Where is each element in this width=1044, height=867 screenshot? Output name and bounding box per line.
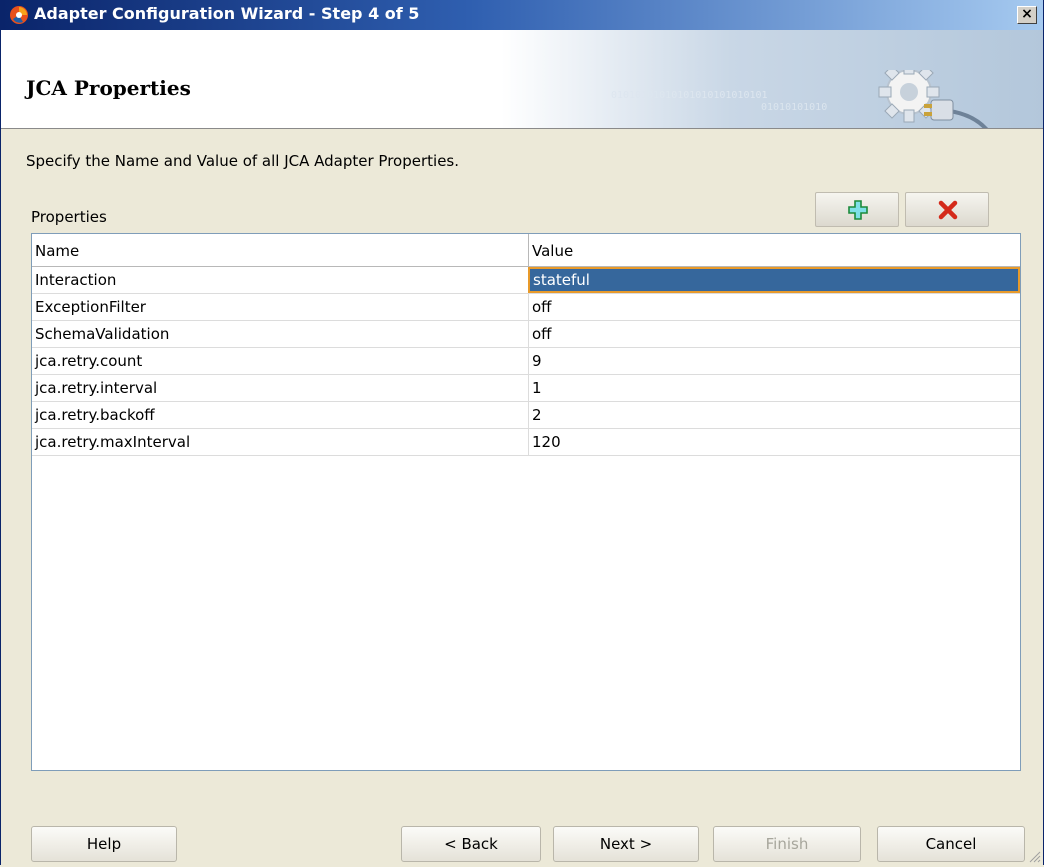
property-name-cell[interactable]: ExceptionFilter (32, 294, 528, 320)
property-value-cell[interactable]: 9 (528, 348, 1020, 374)
page-title: JCA Properties (26, 76, 191, 100)
properties-label: Properties (31, 208, 107, 226)
finish-button[interactable]: Finish (713, 826, 861, 862)
banner-binary-decoration-2: 01010101010 (761, 102, 828, 113)
column-header-value[interactable]: Value (528, 234, 1020, 266)
property-value-cell[interactable]: 1 (528, 375, 1020, 401)
column-header-name[interactable]: Name (32, 234, 528, 266)
add-property-button[interactable] (815, 192, 899, 227)
close-icon: × (1021, 6, 1033, 22)
property-name-cell[interactable]: jca.retry.count (32, 348, 528, 374)
property-value-cell[interactable]: off (528, 294, 1020, 320)
wizard-banner: JCA Properties 0101010101010101010101010… (1, 30, 1043, 129)
property-value-cell-selected[interactable]: stateful (528, 267, 1020, 293)
help-button[interactable]: Help (31, 826, 177, 862)
instruction-text: Specify the Name and Value of all JCA Ad… (26, 152, 460, 170)
property-name-cell[interactable]: Interaction (32, 267, 528, 293)
window-title: Adapter Configuration Wizard - Step 4 of… (34, 4, 420, 23)
property-name-cell[interactable]: SchemaValidation (32, 321, 528, 347)
table-row[interactable]: jca.retry.backoff 2 (32, 402, 1020, 429)
remove-property-button[interactable] (905, 192, 989, 227)
table-row[interactable]: Interaction stateful (32, 267, 1020, 294)
properties-table[interactable]: Name Value Interaction stateful Exceptio… (31, 233, 1021, 771)
title-bar[interactable]: Adapter Configuration Wizard - Step 4 of… (1, 0, 1043, 30)
oracle-app-icon (9, 5, 29, 25)
table-row[interactable]: jca.retry.interval 1 (32, 375, 1020, 402)
gear-plug-icon (869, 61, 1019, 128)
cancel-button[interactable]: Cancel (877, 826, 1025, 862)
table-row[interactable]: jca.retry.maxInterval 120 (32, 429, 1020, 456)
table-header: Name Value (32, 234, 1020, 267)
table-row[interactable]: ExceptionFilter off (32, 294, 1020, 321)
property-value-cell[interactable]: 2 (528, 402, 1020, 428)
property-value-cell[interactable]: 120 (528, 429, 1020, 455)
back-button[interactable]: < Back (401, 826, 541, 862)
banner-binary-decoration: 01010101010101010101010101 (611, 90, 768, 101)
delete-x-icon (938, 200, 958, 220)
wizard-window: Adapter Configuration Wizard - Step 4 of… (0, 0, 1044, 865)
table-row[interactable]: SchemaValidation off (32, 321, 1020, 348)
property-value-cell[interactable]: off (528, 321, 1020, 347)
property-name-cell[interactable]: jca.retry.interval (32, 375, 528, 401)
property-name-cell[interactable]: jca.retry.maxInterval (32, 429, 528, 455)
plus-icon (848, 200, 868, 220)
resize-grip-icon[interactable] (1027, 849, 1041, 863)
next-button[interactable]: Next > (553, 826, 699, 862)
table-row[interactable]: jca.retry.count 9 (32, 348, 1020, 375)
close-button[interactable]: × (1017, 6, 1037, 24)
property-name-cell[interactable]: jca.retry.backoff (32, 402, 528, 428)
